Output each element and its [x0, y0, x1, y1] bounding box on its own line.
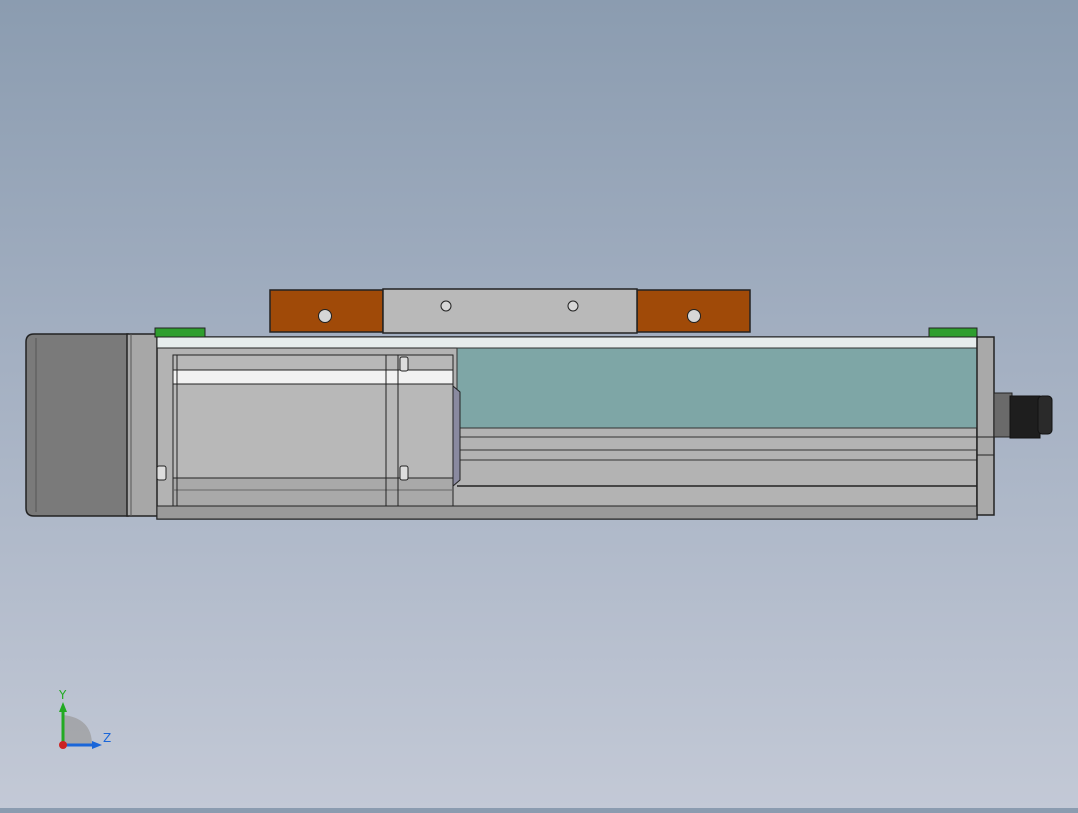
cad-viewport[interactable]: Y Z — [0, 0, 1078, 808]
triad-y-label: Y — [59, 688, 67, 702]
carriage[interactable] — [269, 288, 751, 334]
stepper-motor[interactable] — [25, 333, 159, 517]
end-stop-left[interactable] — [154, 327, 206, 338]
triad-z-label: Z — [103, 731, 112, 745]
linear-rail-body[interactable] — [156, 336, 995, 520]
cable-connector[interactable] — [993, 392, 1053, 439]
end-stop-right[interactable] — [928, 327, 978, 338]
coordinate-triad — [59, 702, 102, 749]
model-canvas[interactable] — [0, 0, 1078, 808]
